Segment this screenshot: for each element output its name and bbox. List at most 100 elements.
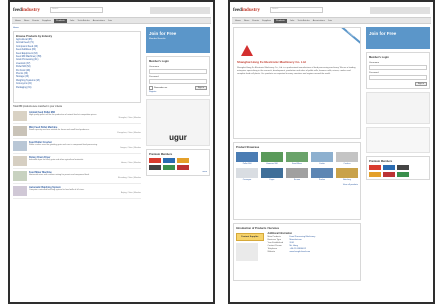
password-field[interactable]	[369, 75, 427, 80]
product-listing[interactable]: Mini Feed Pellet Machine Small capacity …	[13, 124, 141, 139]
product-image[interactable]	[261, 152, 283, 162]
product-label[interactable]: Batching	[343, 179, 351, 181]
product-card[interactable]: Crusher	[336, 152, 358, 165]
product-thumbnail[interactable]	[13, 186, 27, 196]
password-field[interactable]	[149, 79, 207, 84]
product-label[interactable]: Cooler	[319, 163, 325, 165]
premium-logo[interactable]	[177, 158, 189, 163]
premium-logo[interactable]	[383, 165, 395, 170]
register-link[interactable]: Register	[149, 91, 207, 93]
premium-logo[interactable]	[383, 172, 395, 177]
breadcrumb[interactable]: Home	[13, 27, 141, 29]
sidebar-ad[interactable]	[366, 92, 430, 124]
product-label[interactable]: Conveyor	[243, 179, 252, 181]
join-banner[interactable]: Join for Free Member Benefits	[146, 27, 210, 53]
product-label[interactable]: Packer	[319, 179, 325, 181]
product-image[interactable]	[286, 168, 308, 178]
product-image[interactable]	[336, 168, 358, 178]
view-all-products-link[interactable]: View all products	[236, 184, 358, 186]
product-card[interactable]: Conveyor	[236, 168, 258, 181]
signin-button[interactable]: Sign in	[414, 82, 427, 86]
nav-item-home[interactable]: Home	[15, 20, 21, 22]
product-label[interactable]: Crusher	[343, 163, 350, 165]
username-field[interactable]	[149, 69, 207, 74]
premium-logo[interactable]	[369, 165, 381, 170]
product-image[interactable]	[311, 152, 333, 162]
product-card[interactable]: Pellet Mill	[236, 152, 258, 165]
product-label[interactable]: Feed Mixer	[292, 163, 302, 165]
nav-item-join[interactable]: Join	[328, 20, 332, 22]
remember-checkbox[interactable]	[149, 86, 153, 90]
join-banner[interactable]: Join for Free	[366, 27, 430, 49]
premium-logo[interactable]	[397, 172, 409, 177]
nav-item-tech[interactable]: Tech Articles	[77, 20, 89, 22]
category-item[interactable]: Packaging (31)	[16, 87, 138, 90]
product-card[interactable]: Hammer Mill	[261, 152, 283, 165]
product-thumbnail[interactable]	[13, 111, 27, 121]
product-label[interactable]: Pellet Mill	[243, 163, 252, 165]
header-banner[interactable]	[150, 6, 210, 14]
nav-item-events[interactable]: Events	[32, 20, 39, 22]
product-listing[interactable]: Animal Feed Pellet Mill High quality pel…	[13, 109, 141, 124]
nav-item-news[interactable]: News	[24, 20, 29, 22]
product-card[interactable]: Batching	[336, 168, 358, 181]
nav-item-products[interactable]: Products	[54, 18, 67, 23]
product-card[interactable]: Screen	[286, 168, 308, 181]
nav-item-jobs[interactable]: Jobs	[290, 20, 295, 22]
product-image[interactable]	[261, 168, 283, 178]
premium-logo[interactable]	[149, 165, 161, 170]
product-card[interactable]: Dryer	[261, 168, 283, 181]
sidebar-ad[interactable]: ugur	[146, 99, 210, 146]
nav-item-join[interactable]: Join	[108, 20, 112, 22]
nav-item-products[interactable]: Products	[274, 18, 287, 23]
product-card[interactable]: Cooler	[311, 152, 333, 165]
nav-item-news[interactable]: News	[244, 20, 249, 22]
product-image[interactable]	[336, 152, 358, 162]
product-label[interactable]: Screen	[294, 179, 300, 181]
product-card[interactable]: Feed Mixer	[286, 152, 308, 165]
nav-item-jobs[interactable]: Jobs	[70, 20, 75, 22]
product-card[interactable]: Packer	[311, 168, 333, 181]
search-box[interactable]: Search	[49, 7, 103, 13]
product-image[interactable]	[236, 168, 258, 178]
premium-logo[interactable]	[177, 165, 189, 170]
product-thumbnail[interactable]	[13, 126, 27, 136]
product-label[interactable]: Hammer Mill	[266, 163, 277, 165]
product-thumbnail[interactable]	[13, 141, 27, 151]
nav-item-tech[interactable]: Tech Articles	[297, 20, 309, 22]
nav-item-home[interactable]: Home	[235, 20, 241, 22]
product-thumbnail[interactable]	[13, 171, 27, 181]
contact-supplier-button[interactable]: Contact Supplier	[236, 233, 264, 241]
site-logo[interactable]: feedindustry	[233, 8, 260, 13]
premium-logo[interactable]	[397, 165, 409, 170]
nav-item-events[interactable]: Events	[252, 20, 259, 22]
product-image[interactable]	[236, 152, 258, 162]
product-listing[interactable]: Automatic Batching System Computer contr…	[13, 184, 141, 199]
search-box[interactable]: Search	[269, 7, 323, 13]
premium-logo[interactable]	[149, 158, 161, 163]
product-image[interactable]	[286, 152, 308, 162]
login-title: Member's Login	[149, 60, 169, 63]
site-logo[interactable]: feedindustry	[13, 8, 40, 13]
premium-logo[interactable]	[369, 172, 381, 177]
product-thumbnail[interactable]	[13, 156, 27, 166]
sidebar-ad[interactable]	[366, 127, 430, 153]
nav-item-suppliers[interactable]: Suppliers	[262, 20, 271, 22]
category-list: Agricultural (95) Animal Feed (72) Compo…	[16, 39, 138, 90]
nav-item-associations[interactable]: Associations	[93, 20, 105, 22]
nav-item-suppliers[interactable]: Suppliers	[42, 20, 51, 22]
product-listing[interactable]: Rotary Drum Dryer Industrial dryer for f…	[13, 154, 141, 169]
header-banner[interactable]	[370, 6, 430, 14]
product-listing[interactable]: Feed Mixer Machine Horizontal mixer with…	[13, 169, 141, 184]
product-image[interactable]	[311, 168, 333, 178]
info-value[interactable]: www.hongfu-feed.com	[290, 251, 311, 254]
login-box: Member's Login Username Password Sign in	[366, 52, 430, 89]
premium-logo[interactable]	[163, 165, 175, 170]
premium-more-link[interactable]: more	[149, 171, 207, 173]
product-listing[interactable]: Feed Roller Crusher Roller crusher used …	[13, 139, 141, 154]
signin-button[interactable]: Sign in	[194, 86, 207, 90]
username-field[interactable]	[369, 65, 427, 70]
product-label[interactable]: Dryer	[270, 179, 275, 181]
premium-logo[interactable]	[163, 158, 175, 163]
nav-item-associations[interactable]: Associations	[313, 20, 325, 22]
